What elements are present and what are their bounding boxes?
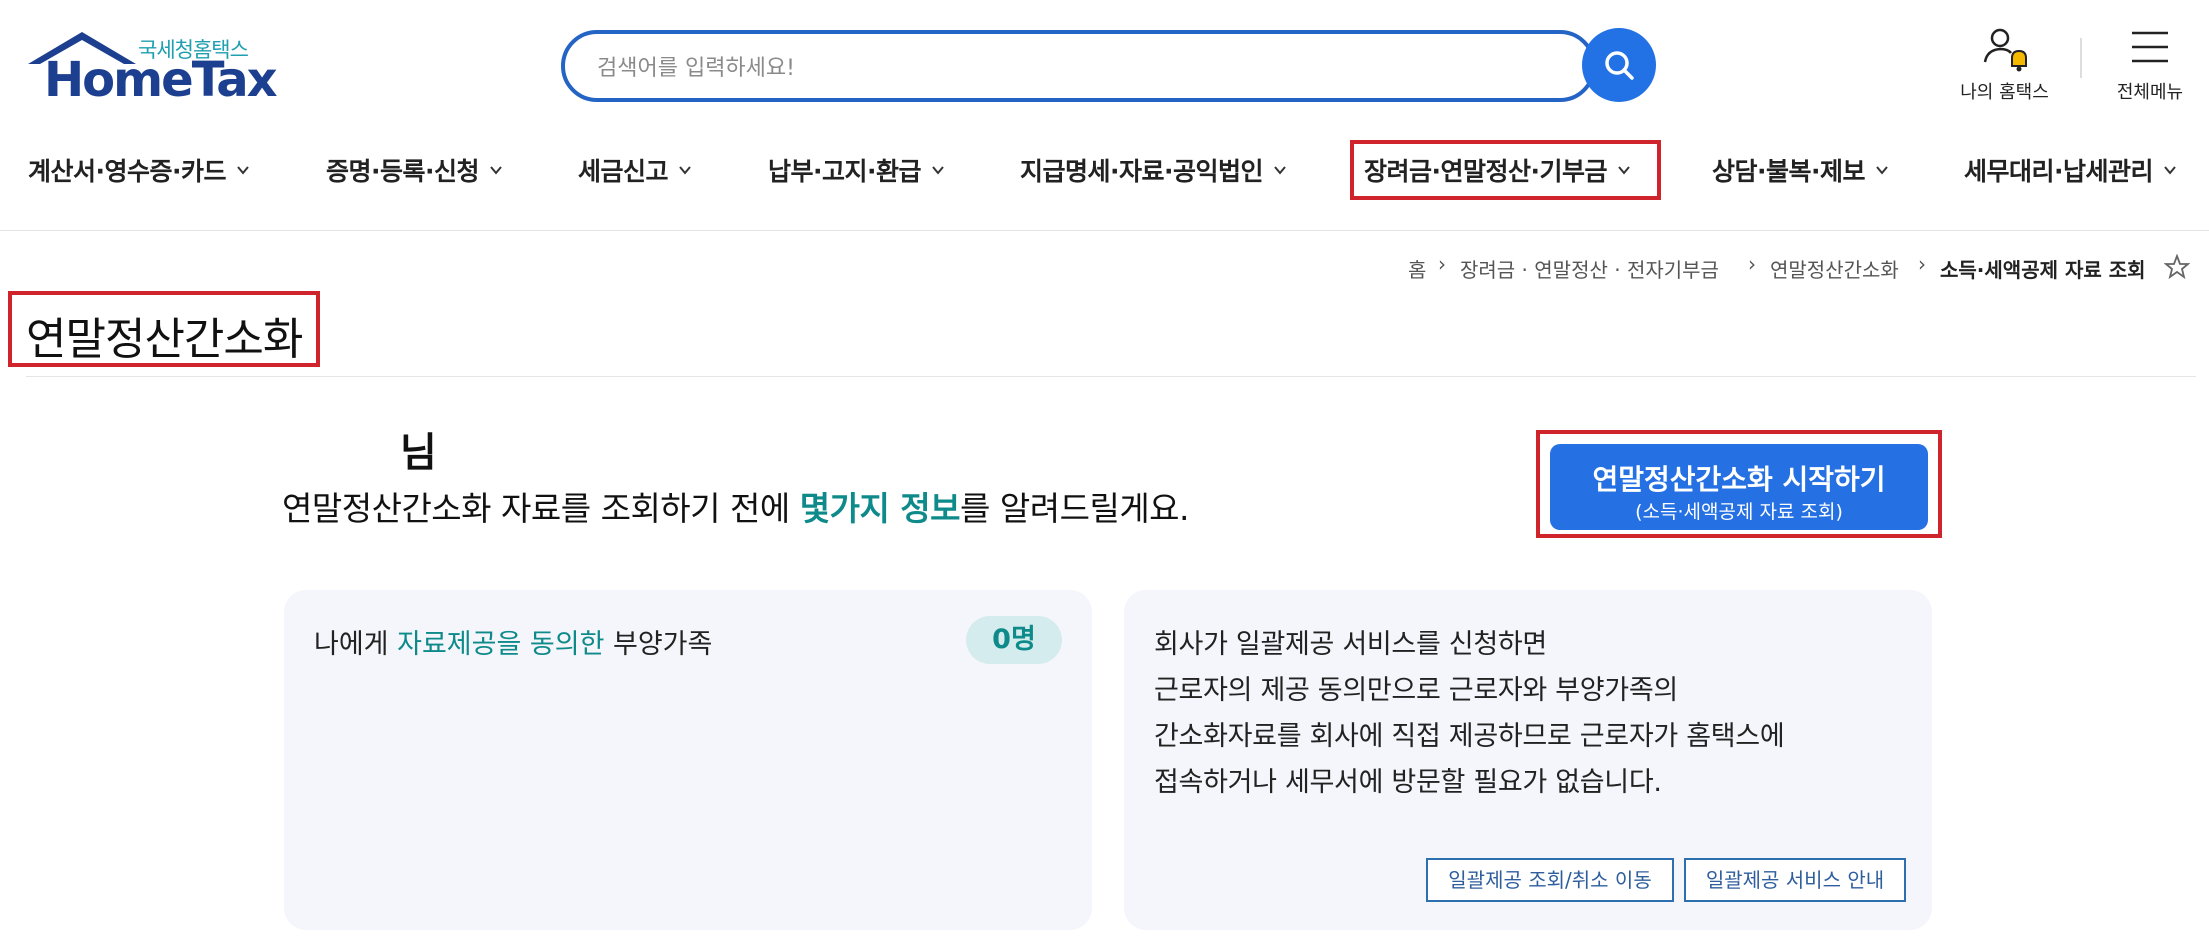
bulk-lookup-cancel-button[interactable]: 일괄제공 조회/취소 이동: [1426, 858, 1674, 902]
chevron-down-icon: [237, 166, 249, 175]
bulk-provision-card: 회사가 일괄제공 서비스를 신청하면 근로자의 제공 동의만으로 근로자와 부양…: [1124, 590, 1932, 930]
intro-before: 연말정산간소화 자료를 조회하기 전에: [282, 489, 800, 528]
search-bar: [561, 30, 1596, 102]
breadcrumb-separator-icon: ›: [1918, 252, 1926, 276]
gnb-tax-agent[interactable]: 세무대리·납세관리: [1964, 150, 2177, 190]
star-bookmark-icon[interactable]: [2164, 254, 2190, 280]
all-menu-button[interactable]: 전체메뉴: [2110, 26, 2190, 106]
intro-after: 를 알려드릴게요.: [960, 489, 1190, 528]
bulk-info-line: 접속하거나 세무서에 방문할 필요가 없습니다.: [1154, 767, 1662, 798]
gnb-payment-statement[interactable]: 지급명세·자료·공익법인: [1020, 150, 1287, 190]
gnb-label: 상담·불복·제보: [1712, 157, 1866, 186]
chevron-down-icon: [1274, 166, 1286, 175]
my-hometax-label: 나의 홈택스: [1960, 82, 2049, 103]
chevron-down-icon: [490, 166, 502, 175]
user-name-suffix: 님: [400, 430, 437, 476]
gnb-label: 납부·고지·환급: [768, 157, 922, 186]
chevron-down-icon: [2164, 166, 2176, 175]
dependents-count-badge[interactable]: 0명: [966, 616, 1062, 664]
gnb-payment-refund[interactable]: 납부·고지·환급: [768, 150, 945, 190]
dependents-prefix: 나에게: [314, 629, 398, 660]
gnb-divider: [0, 230, 2209, 231]
bulk-info-line: 근로자의 제공 동의만으로 근로자와 부양가족의: [1154, 675, 1678, 706]
bulk-info-line: 간소화자료를 회사에 직접 제공하므로 근로자가 홈택스에: [1154, 721, 1785, 752]
bulk-info-line: 회사가 일괄제공 서비스를 신청하면: [1154, 629, 1547, 660]
gnb-invoice-receipt-card[interactable]: 계산서·영수증·카드: [28, 150, 250, 190]
search-button[interactable]: [1582, 28, 1656, 102]
dependents-highlight: 자료제공을 동의한: [397, 629, 605, 660]
gnb-year-end-settlement[interactable]: 장려금·연말정산·기부금: [1364, 150, 1631, 190]
gnb-certificate-registration[interactable]: 증명·등록·신청: [326, 150, 503, 190]
start-button-subtitle: (소득·세액공제 자료 조회): [1635, 501, 1843, 523]
gnb-label: 장려금·연말정산·기부금: [1364, 157, 1608, 186]
page-title: 연말정산간소화: [26, 314, 303, 365]
dependents-label: 나에게 자료제공을 동의한 부양가족: [314, 622, 712, 661]
gnb-label: 지급명세·자료·공익법인: [1020, 157, 1264, 186]
start-button-title: 연말정산간소화 시작하기: [1592, 463, 1886, 496]
header-divider: [2080, 38, 2082, 78]
breadcrumb-item[interactable]: 연말정산간소화: [1770, 254, 1899, 283]
breadcrumb-current: 소득·세액공제 자료 조회: [1940, 258, 2146, 282]
title-divider: [26, 376, 2196, 377]
gnb-tax-return[interactable]: 세금신고: [578, 150, 692, 190]
intro-text: 연말정산간소화 자료를 조회하기 전에 몇가지 정보를 알려드릴게요.: [282, 482, 1190, 530]
user-bell-icon: [1983, 28, 2027, 72]
search-input[interactable]: [595, 48, 1499, 88]
search-icon: [1605, 51, 1634, 80]
gnb-label: 계산서·영수증·카드: [28, 157, 227, 186]
breadcrumb-home[interactable]: 홈: [1408, 254, 1426, 283]
chevron-down-icon: [679, 166, 691, 175]
breadcrumb-separator-icon: ›: [1438, 252, 1446, 276]
my-hometax-button[interactable]: 나의 홈택스: [1952, 26, 2057, 106]
breadcrumb-item[interactable]: 장려금 · 연말정산 · 전자기부금: [1460, 254, 1719, 283]
highlight-box-start: 연말정산간소화 시작하기 (소득·세액공제 자료 조회): [1536, 430, 1942, 538]
breadcrumb-separator-icon: ›: [1748, 252, 1756, 276]
chevron-down-icon: [1876, 166, 1888, 175]
all-menu-label: 전체메뉴: [2116, 82, 2184, 103]
dependents-suffix: 부양가족: [604, 629, 713, 660]
gnb-label: 세무대리·납세관리: [1964, 157, 2154, 186]
logo-text: HomeTax: [44, 52, 278, 108]
start-simplified-service-button[interactable]: 연말정산간소화 시작하기 (소득·세액공제 자료 조회): [1550, 444, 1928, 530]
gnb-label: 세금신고: [578, 157, 669, 186]
chevron-down-icon: [932, 166, 944, 175]
gnb-consultation[interactable]: 상담·불복·제보: [1712, 150, 1889, 190]
chevron-down-icon: [1618, 166, 1630, 175]
hamburger-icon: [2132, 31, 2168, 63]
gnb-label: 증명·등록·신청: [326, 157, 480, 186]
intro-highlight: 몇가지 정보: [799, 489, 961, 528]
dependents-consent-card: 나에게 자료제공을 동의한 부양가족 0명: [284, 590, 1092, 930]
bulk-service-guide-button[interactable]: 일괄제공 서비스 안내: [1684, 858, 1906, 902]
